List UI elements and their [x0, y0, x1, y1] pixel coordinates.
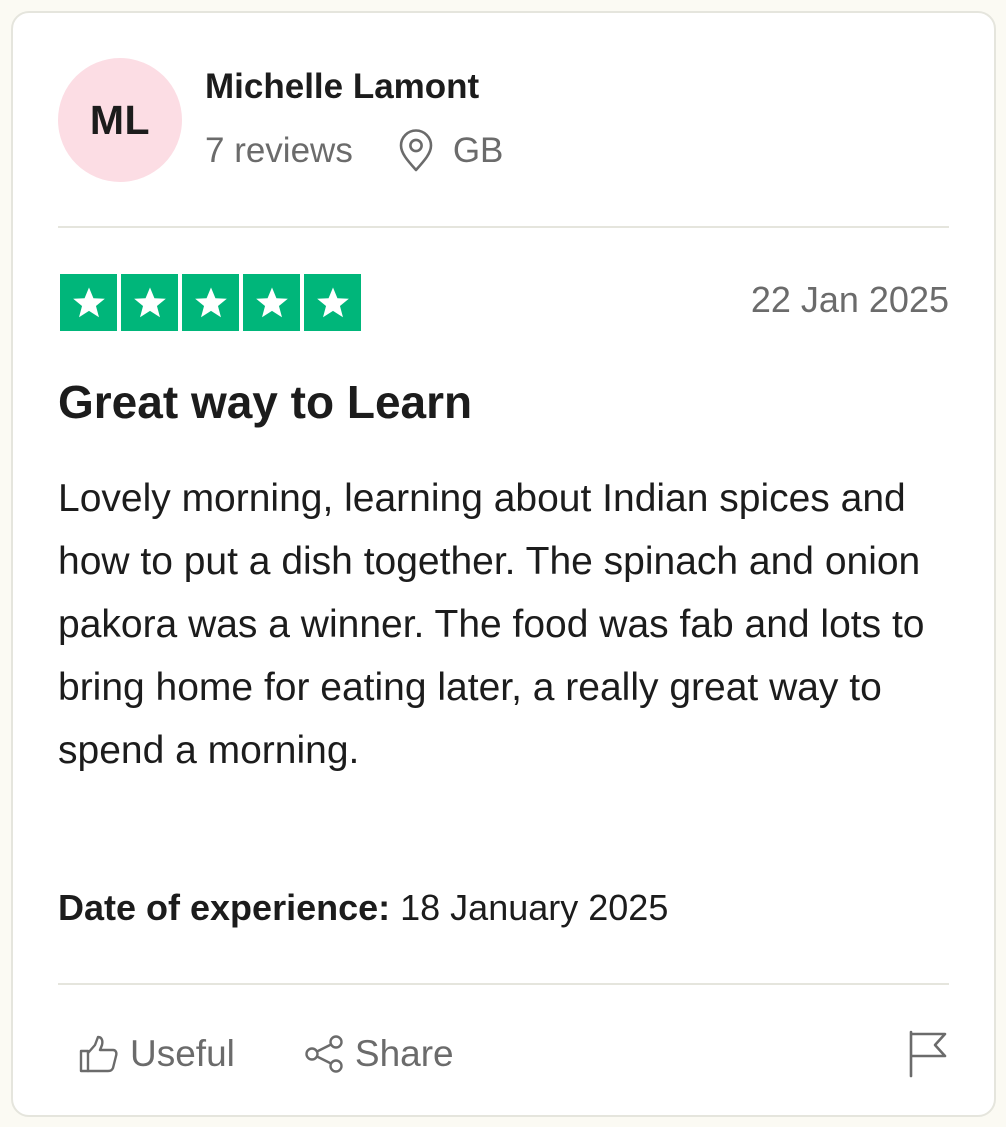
star-icon: [194, 286, 227, 317]
review-actions: Useful Share: [78, 1028, 454, 1080]
flag-icon: [905, 1028, 949, 1080]
star-5: [304, 274, 361, 331]
report-button[interactable]: [905, 1028, 949, 1080]
avatar[interactable]: ML: [58, 58, 182, 182]
review-title: Great way to Learn: [58, 376, 473, 428]
star-rating: [60, 274, 361, 331]
star-2: [121, 274, 178, 331]
useful-label: Useful: [130, 1033, 235, 1074]
review-body: Lovely morning, learning about Indian sp…: [58, 477, 925, 772]
thumbs-up-icon: [78, 1033, 120, 1075]
review-card: ML Michelle Lamont 7 reviews GB 22 Jan 2…: [11, 11, 996, 1117]
star-icon: [72, 286, 105, 317]
share-label: Share: [354, 1033, 454, 1074]
share-button[interactable]: Share: [303, 1033, 454, 1075]
star-icon: [133, 286, 166, 317]
footer-divider: [58, 983, 949, 985]
experience-date: 18 January 2025: [400, 887, 669, 928]
star-3: [182, 274, 239, 331]
reviewer-location: GB: [452, 131, 504, 170]
review-card-inner: ML Michelle Lamont 7 reviews GB 22 Jan 2…: [58, 13, 949, 1115]
date-of-experience: Date of experience: 18 January 2025: [58, 887, 668, 929]
avatar-initials: ML: [89, 96, 151, 143]
share-icon: [303, 1033, 345, 1075]
experience-label: Date of experience:: [58, 887, 391, 928]
star-1: [60, 274, 117, 331]
reviewer-name[interactable]: Michelle Lamont: [205, 67, 479, 107]
star-4: [243, 274, 300, 331]
star-icon: [316, 286, 349, 317]
useful-button[interactable]: Useful: [78, 1033, 235, 1075]
location-pin-icon: [397, 129, 435, 173]
reviewer-meta: 7 reviews GB: [205, 129, 503, 173]
review-date: 22 Jan 2025: [750, 279, 949, 320]
reviews-count[interactable]: 7 reviews: [205, 131, 353, 171]
header-divider: [58, 226, 949, 228]
star-icon: [255, 286, 288, 317]
